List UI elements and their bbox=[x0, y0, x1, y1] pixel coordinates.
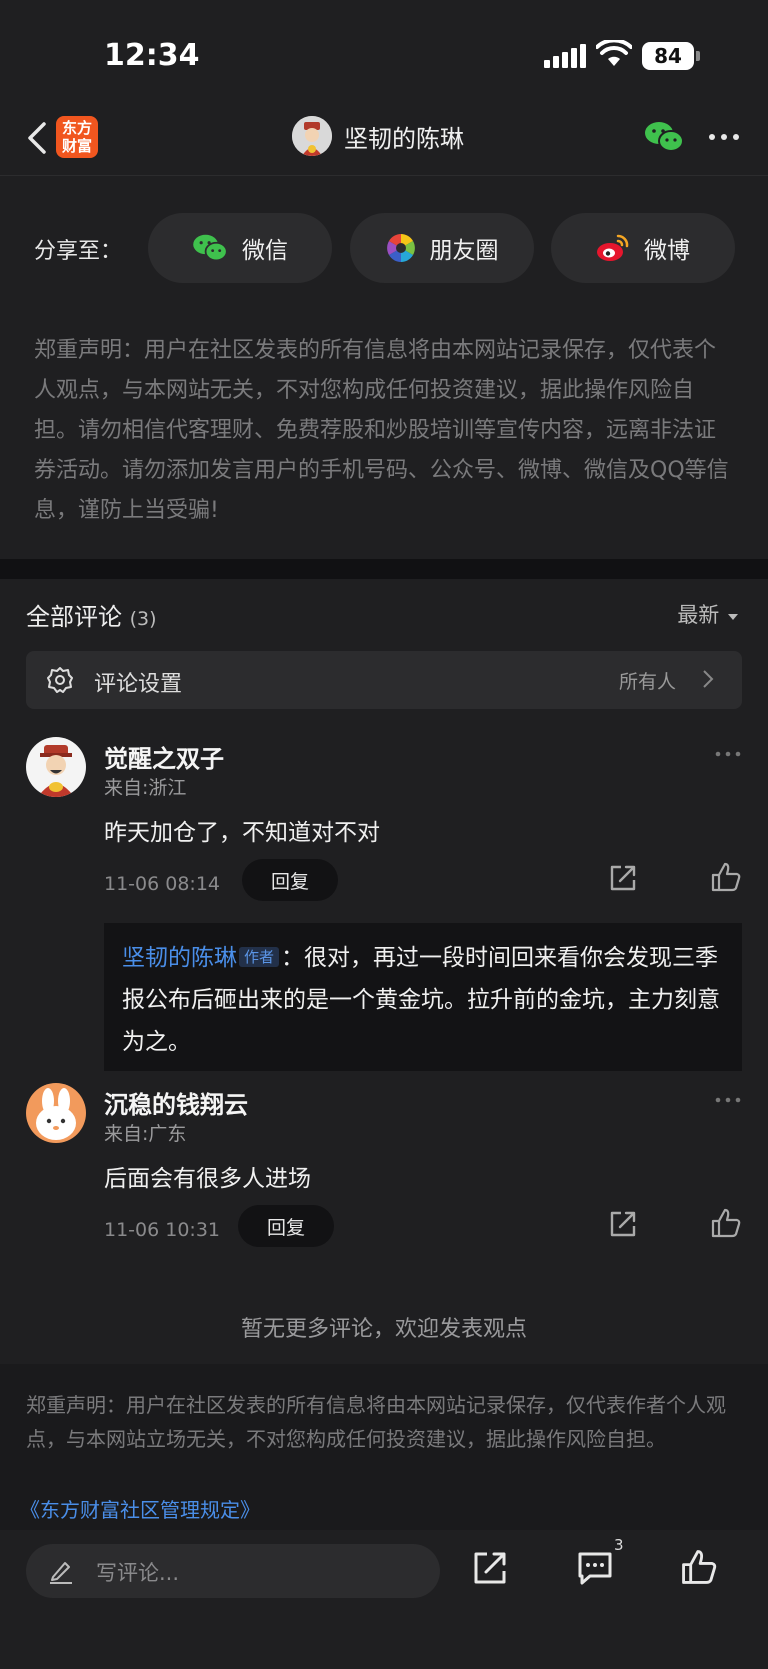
comment-input-placeholder: 写评论... bbox=[96, 1561, 180, 1585]
comment-settings-value: 所有人 bbox=[618, 671, 676, 693]
status-bar: 12:34 84 bbox=[0, 0, 768, 100]
avatar bbox=[292, 116, 332, 156]
author-reply: 坚韧的陈琳 作者 ：很对，再过一段时间回来看你会发现三季报公布后砸出来的是一个黄金坑… bbox=[104, 923, 742, 1071]
status-time: 12:34 bbox=[104, 38, 200, 73]
reply-author[interactable]: 坚韧的陈琳 bbox=[122, 945, 237, 971]
comment-time: 11-06 08:14 bbox=[104, 873, 221, 895]
share-moments-button[interactable]: 朋友圈 bbox=[350, 213, 534, 283]
nav-user[interactable]: 坚韧的陈琳 bbox=[292, 116, 464, 156]
comment-settings-label: 评论设置 bbox=[94, 672, 183, 697]
gear-icon bbox=[47, 667, 73, 693]
disclaimer-text: 郑重声明：用户在社区发表的所有信息将由本网站记录保存，仅代表个人观点，与本网站无… bbox=[34, 338, 729, 523]
comment-text: 后面会有很多人进场 bbox=[104, 1166, 311, 1192]
share-weibo-button[interactable]: 微博 bbox=[551, 213, 735, 283]
bunny-avatar-icon bbox=[26, 1083, 86, 1143]
section-divider bbox=[0, 559, 768, 579]
chevron-right-icon bbox=[703, 670, 714, 688]
comment-input[interactable]: 写评论... bbox=[26, 1544, 440, 1598]
thumbs-up-icon[interactable] bbox=[680, 1548, 718, 1586]
fortune-god-avatar-icon bbox=[292, 116, 332, 156]
share-wechat-label: 微信 bbox=[242, 238, 288, 264]
logo-line-1: 东方 bbox=[61, 119, 92, 137]
share-section: 分享至： 微信 朋友圈 微博 郑重声明：用户在社区发表的所有信息将由本网站记录保… bbox=[0, 177, 768, 559]
share-weibo-label: 微博 bbox=[644, 238, 690, 264]
comment-author[interactable]: 觉醒之双子 bbox=[104, 739, 224, 774]
bottom-bar: 写评论... 3 bbox=[0, 1530, 768, 1669]
share-icon[interactable] bbox=[608, 863, 638, 893]
nav-bar: 东方 财富 坚韧的陈琳 bbox=[0, 100, 768, 176]
comment-location: 来自:广东 bbox=[104, 1123, 187, 1145]
pencil-icon bbox=[50, 1562, 72, 1584]
comment-author[interactable]: 沉稳的钱翔云 bbox=[104, 1085, 248, 1120]
fortune-god-avatar-icon bbox=[26, 737, 86, 797]
reply-button[interactable]: 回复 bbox=[242, 859, 338, 901]
share-icon[interactable] bbox=[472, 1550, 508, 1586]
sort-label: 最新 bbox=[677, 603, 720, 627]
author-badge: 作者 bbox=[239, 947, 280, 967]
app-logo[interactable]: 东方 财富 bbox=[56, 116, 98, 158]
caret-down-icon bbox=[728, 614, 738, 620]
no-more-comments: 暂无更多评论，欢迎发表观点 bbox=[240, 1317, 527, 1342]
comment-time: 11-06 10:31 bbox=[104, 1219, 221, 1241]
comment-text: 昨天加仓了，不知道对不对 bbox=[104, 820, 380, 846]
share-moments-label: 朋友圈 bbox=[429, 238, 499, 264]
weibo-icon bbox=[597, 234, 629, 261]
page-title: 坚韧的陈琳 bbox=[344, 124, 464, 153]
comments-count: (3) bbox=[129, 608, 157, 630]
footer-disclaimer-text: 郑重声明：用户在社区发表的所有信息将由本网站记录保存，仅代表作者个人观点，与本网… bbox=[26, 1393, 726, 1451]
comments-section: 全部评论 (3) 最新 评论设置 所有人 觉醒之双子 来自:浙江 昨天加仓了，不… bbox=[0, 579, 768, 1364]
battery-indicator: 84 bbox=[642, 42, 700, 70]
comments-header: 全部评论 (3) bbox=[26, 597, 157, 632]
share-wechat-button[interactable]: 微信 bbox=[148, 213, 332, 283]
thumbs-up-icon[interactable] bbox=[710, 861, 742, 893]
more-icon[interactable] bbox=[706, 122, 742, 152]
reply-button[interactable]: 回复 bbox=[238, 1205, 334, 1247]
more-icon[interactable] bbox=[714, 1095, 742, 1105]
avatar[interactable] bbox=[26, 1083, 86, 1143]
wifi-icon bbox=[596, 40, 632, 66]
logo-line-2: 财富 bbox=[61, 137, 92, 155]
comment-location: 来自:浙江 bbox=[104, 777, 187, 799]
comments-icon[interactable] bbox=[576, 1550, 614, 1586]
share-label: 分享至： bbox=[34, 239, 123, 264]
signal-icon bbox=[544, 44, 586, 68]
back-icon[interactable] bbox=[20, 118, 56, 158]
community-rules-link[interactable]: 《东方财富社区管理规定》 bbox=[20, 1494, 260, 1523]
moments-icon bbox=[386, 234, 415, 262]
thumbs-up-icon[interactable] bbox=[710, 1207, 742, 1239]
wechat-icon[interactable] bbox=[644, 120, 684, 154]
footer-disclaimer: 郑重声明：用户在社区发表的所有信息将由本网站记录保存，仅代表作者个人观点，与本网… bbox=[0, 1364, 768, 1530]
more-icon[interactable] bbox=[714, 749, 742, 759]
wechat-icon bbox=[193, 234, 228, 262]
comment-count-badge: 3 bbox=[614, 1536, 624, 1554]
comments-title: 全部评论 bbox=[26, 603, 122, 631]
avatar[interactable] bbox=[26, 737, 86, 797]
share-icon[interactable] bbox=[608, 1209, 638, 1239]
sort-dropdown[interactable]: 最新 bbox=[677, 599, 740, 629]
comment-settings-row[interactable]: 评论设置 所有人 bbox=[26, 651, 742, 709]
